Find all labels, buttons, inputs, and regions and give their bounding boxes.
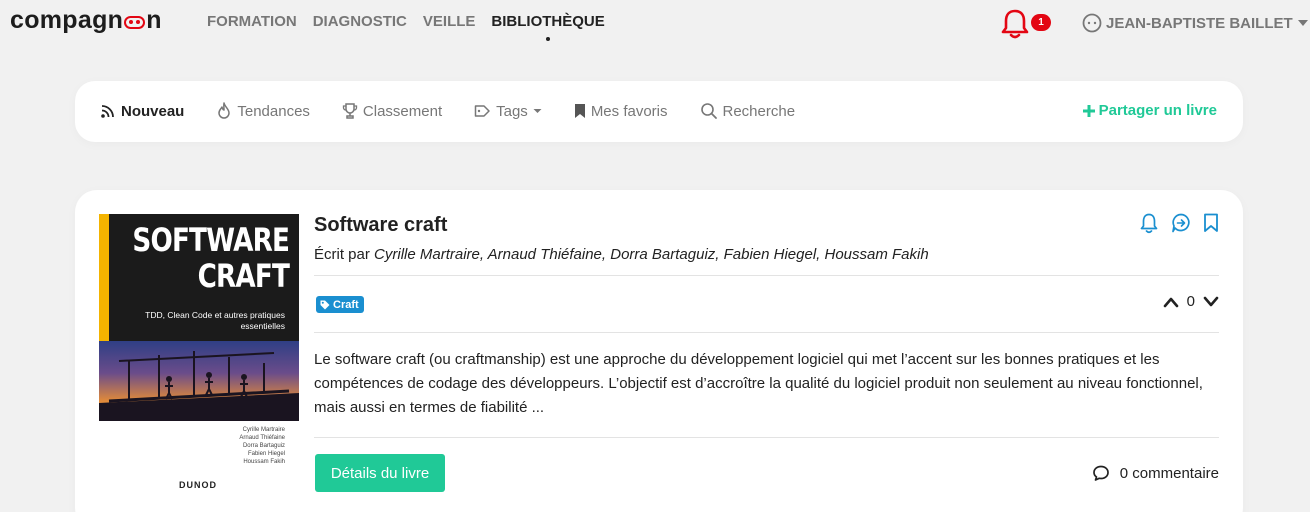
trophy-icon: [342, 103, 358, 119]
construction-silhouette-image: [99, 351, 299, 421]
book-details-button[interactable]: Détails du livre: [315, 454, 445, 492]
downvote-chevron-icon[interactable]: [1203, 296, 1219, 308]
share-chat-icon[interactable]: [1171, 212, 1191, 234]
divider: [314, 275, 1219, 276]
cover-author: Houssam Fakih: [243, 459, 285, 465]
bookmark-outline-icon[interactable]: [1203, 212, 1219, 234]
cover-author: Cyrille Martraire: [242, 427, 285, 433]
comments-link[interactable]: 0 commentaire: [1092, 464, 1219, 482]
cover-title-line2: CRAFT: [197, 257, 290, 295]
cover-title: SOFTWARE CRAFT: [132, 222, 289, 294]
subnav-favoris[interactable]: Mes favoris: [574, 103, 668, 120]
user-name: JEAN-BAPTISTE BAILLET: [1106, 14, 1293, 32]
share-book-button[interactable]: Partager un livre: [1082, 102, 1217, 119]
upvote-chevron-icon[interactable]: [1163, 296, 1179, 308]
cover-authors: Cyrille Martraire Arnaud Thiéfaine Dorra…: [239, 426, 285, 466]
logo-text-start: compagn: [10, 6, 124, 34]
user-circle-icon: [1082, 13, 1102, 33]
vote-controls: 0: [1163, 293, 1219, 310]
cover-top: SOFTWARE CRAFT TDD, Clean Code et autres…: [99, 214, 299, 341]
flame-icon: [218, 102, 231, 119]
logo-text-end: n: [146, 6, 162, 34]
compagnon-logo[interactable]: compagn n: [10, 6, 162, 35]
nav-diagnostic[interactable]: DIAGNOSTIC: [313, 13, 407, 30]
nav-bibliotheque[interactable]: BIBLIOTHÈQUE: [491, 13, 605, 41]
tag-icon: [320, 300, 330, 309]
card-actions: [1139, 212, 1219, 234]
book-description: Le software craft (ou craftmanship) est …: [314, 351, 1203, 416]
notifications-button[interactable]: 1: [1000, 7, 1054, 39]
divider: [314, 437, 1219, 438]
caret-down-icon: [533, 109, 542, 113]
tag-label: Craft: [333, 298, 359, 311]
cover-title-line1: SOFTWARE: [132, 221, 289, 259]
cover-subtitle: TDD, Clean Code et autres pratiques esse…: [145, 310, 285, 331]
authors-list: Cyrille Martraire, Arnaud Thiéfaine, Dor…: [374, 246, 929, 263]
cover-publisher: DUNOD: [179, 480, 217, 490]
vote-count: 0: [1186, 293, 1195, 310]
tag-icon: [474, 105, 490, 117]
authors-prefix: Écrit par: [314, 246, 370, 263]
top-navbar: compagn n FORMATION DIAGNOSTIC VEILLE BI…: [0, 0, 1310, 48]
subnav-tags-label: Tags: [496, 102, 528, 120]
search-icon: [700, 103, 717, 119]
subnav-favoris-label: Mes favoris: [590, 102, 668, 120]
rss-icon: [101, 105, 114, 118]
follow-bell-icon[interactable]: [1139, 212, 1159, 234]
cover-strip: [99, 214, 109, 341]
subnav-recherche[interactable]: Recherche: [700, 102, 796, 120]
nav-formation[interactable]: FORMATION: [207, 13, 297, 30]
notification-count-badge: 1: [1031, 14, 1051, 31]
comment-icon: [1092, 465, 1109, 481]
logo-eyes-icon: [124, 16, 146, 29]
tag-badge[interactable]: Craft: [316, 296, 364, 313]
divider: [314, 332, 1219, 333]
subnav-recherche-label: Recherche: [722, 102, 796, 120]
subnav-tags[interactable]: Tags: [474, 103, 542, 120]
subnav-classement[interactable]: Classement: [342, 102, 442, 120]
book-card: SOFTWARE CRAFT TDD, Clean Code et autres…: [75, 190, 1243, 512]
share-book-label: Partager un livre: [1098, 102, 1217, 119]
library-subnav: Nouveau Tendances Classement Tags Mes fa…: [75, 81, 1243, 142]
bell-icon: [1001, 9, 1029, 39]
cover-author: Dorra Bartaguiz: [242, 443, 285, 449]
main-nav: FORMATION DIAGNOSTIC VEILLE BIBLIOTHÈQUE: [207, 13, 605, 41]
cover-author: Fabien Hiegel: [247, 451, 285, 457]
book-authors: Écrit par Cyrille Martraire, Arnaud Thié…: [314, 246, 929, 263]
book-title[interactable]: Software craft: [314, 214, 447, 237]
chevron-down-icon: [1297, 20, 1308, 26]
subnav-tendances-label: Tendances: [237, 102, 310, 120]
subnav-nouveau-label: Nouveau: [121, 102, 185, 120]
comments-label: 0 commentaire: [1119, 464, 1219, 482]
nav-veille[interactable]: VEILLE: [423, 13, 476, 30]
plus-icon: [1082, 104, 1095, 117]
user-menu[interactable]: JEAN-BAPTISTE BAILLET: [1082, 13, 1309, 33]
bookmark-icon: [574, 104, 585, 118]
subnav-nouveau[interactable]: Nouveau: [100, 103, 184, 120]
cover-author: Arnaud Thiéfaine: [239, 435, 285, 441]
subnav-tendances[interactable]: Tendances: [216, 102, 310, 120]
book-cover[interactable]: SOFTWARE CRAFT TDD, Clean Code et autres…: [99, 214, 299, 502]
cover-photo: [99, 341, 299, 421]
subnav-classement-label: Classement: [362, 102, 443, 120]
